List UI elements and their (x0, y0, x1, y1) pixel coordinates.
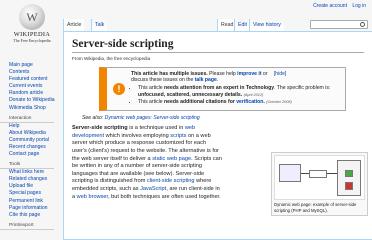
tab-talk-label: Talk (95, 22, 105, 28)
warning-icon: ! (113, 82, 125, 95)
sidebar-item-cite[interactable]: Cite this page (9, 212, 62, 219)
database-icon (345, 182, 353, 190)
lead-text-1: is a technique used in (127, 125, 185, 132)
sidebar-item-recent-changes[interactable]: Recent changes (9, 144, 62, 151)
sidebar-item-contact[interactable]: Contact page (9, 151, 62, 158)
sidebar-item-related[interactable]: Related changes (9, 176, 62, 183)
issue-citations: This article needs additional citations … (138, 99, 341, 105)
sidebar-item-about[interactable]: About Wikipedia (9, 130, 62, 137)
page-tabs: Article Talk Read Edit View history (63, 19, 372, 31)
sidebar-item-shop[interactable]: Wikimedia Shop (9, 105, 62, 112)
client-side-scripting-link[interactable]: client-side scripting (147, 178, 195, 184)
php-icon (345, 170, 353, 177)
issue1-text-1: This article (138, 85, 165, 92)
personal-tools: Create account Log in (309, 3, 366, 9)
sidebar-tools: What links here Related changes Upload f… (0, 169, 62, 219)
lead-paragraph: Server-side scripting is a technique use… (72, 125, 222, 201)
improve-link[interactable]: improve it (237, 71, 261, 77)
sidebar-item-page-info[interactable]: Page information (9, 205, 62, 212)
logo-wordmark: WIKIPEDIA (13, 31, 51, 38)
issue1-text-4: unfocused, scattered, unnecessary detail… (138, 91, 243, 98)
issue2-date: (October 2008) (266, 100, 292, 105)
page-title: Server-side scripting (72, 38, 364, 53)
javascript-link[interactable]: JavaScript (140, 186, 166, 192)
sidebar-interaction: Help About Wikipedia Community portal Re… (0, 123, 62, 158)
search-input[interactable] (310, 20, 368, 29)
issues-heading: This article has multiple issues. (131, 70, 208, 77)
lead-text-7: , but both techniques are often used tog… (108, 193, 221, 200)
tab-history-label: View history (253, 22, 281, 28)
issue1-text-2: needs attention from an expert in Techno… (164, 85, 275, 92)
tab-history[interactable]: View history (249, 19, 284, 31)
verification-link[interactable]: verification (236, 99, 263, 105)
lead-bold: Server-side scripting (72, 125, 128, 132)
sidebar-item-help[interactable]: Help (9, 123, 62, 130)
tab-edit[interactable]: Edit (234, 19, 250, 31)
sidebar-item-main-page[interactable]: Main page (9, 62, 62, 69)
site-sub: From Wikipedia, the free encyclopedia (72, 56, 151, 61)
issue2-text-2: needs additional citations for (164, 99, 237, 106)
issue2-text-1: This article (138, 99, 165, 106)
internet-cloud-icon (309, 170, 327, 178)
sidebar-item-upload[interactable]: Upload file (9, 183, 62, 190)
thumbnail-caption: Dynamic web page: example of server-side… (274, 202, 357, 213)
tools-heading[interactable]: Tools (0, 162, 54, 170)
issues-text-2: or (261, 70, 269, 77)
interaction-heading[interactable]: Interaction (0, 116, 54, 123)
tab-edit-label: Edit (238, 22, 247, 28)
sidebar-item-featured[interactable]: Featured content (9, 76, 62, 83)
globe-icon (19, 4, 45, 30)
diagram-image[interactable] (274, 155, 365, 200)
sidebar-item-permanent[interactable]: Permanent link (9, 198, 62, 205)
sidebar: Main page Contents Featured content Curr… (0, 62, 62, 230)
tab-talk[interactable]: Talk (91, 19, 108, 31)
issues-list: This article needs attention from an exp… (131, 85, 341, 105)
sidebar-item-community[interactable]: Community portal (9, 137, 62, 144)
hide-toggle[interactable]: [hide] (274, 71, 286, 77)
thumbnail-figure: Dynamic web page: example of server-side… (271, 152, 368, 217)
issues-text-3: discuss these issues on the (131, 77, 195, 83)
arrow-icon (327, 173, 337, 174)
sidebar-item-contents[interactable]: Contents (9, 69, 62, 76)
sidebar-item-special[interactable]: Special pages (9, 190, 62, 197)
arrow-icon (301, 173, 309, 174)
issues-text-1: Please help (207, 70, 238, 77)
search-icon[interactable] (360, 22, 365, 27)
issue-expert: This article needs attention from an exp… (138, 85, 341, 98)
tab-article[interactable]: Article (63, 19, 85, 31)
tab-read-label: Read (221, 22, 234, 28)
create-account-link[interactable]: Create account (313, 3, 347, 9)
static-web-page-link[interactable]: static web page (152, 156, 191, 162)
sidebar-item-random[interactable]: Random article (9, 90, 62, 97)
talk-page-link[interactable]: talk page (195, 77, 217, 83)
sidebar-item-current-events[interactable]: Current events (9, 83, 62, 90)
issue1-date: (April 2012) (243, 92, 264, 97)
logo-tagline: The Free Encyclopedia (13, 38, 51, 43)
lead-text-2: which involves employing (104, 132, 171, 139)
sidebar-item-what-links[interactable]: What links here (9, 169, 62, 176)
sidebar-item-donate[interactable]: Donate to Wikipedia (9, 97, 62, 104)
web-browser-link[interactable]: web browser (77, 194, 108, 200)
multiple-issues-box: ! This article has multiple issues. Plea… (99, 66, 346, 111)
see-also-link[interactable]: Dynamic web pages: Server-side scripting (105, 115, 200, 121)
issue1-text-3: . The specific problem is: (274, 85, 331, 92)
server-box-icon (337, 160, 361, 196)
see-also-label: See also: (82, 114, 105, 121)
login-link[interactable]: Log in (352, 3, 366, 9)
print-heading[interactable]: Print/export (0, 223, 54, 230)
see-also: See also: Dynamic web pages: Server-side… (72, 115, 364, 123)
issue2-text-3: . (263, 99, 265, 106)
tab-article-label: Article (67, 22, 82, 28)
sidebar-nav: Main page Contents Featured content Curr… (0, 62, 62, 112)
wikipedia-logo[interactable]: WIKIPEDIA The Free Encyclopedia (6, 4, 58, 43)
client-box-icon (279, 164, 301, 182)
scripts-link[interactable]: scripts (170, 133, 186, 139)
